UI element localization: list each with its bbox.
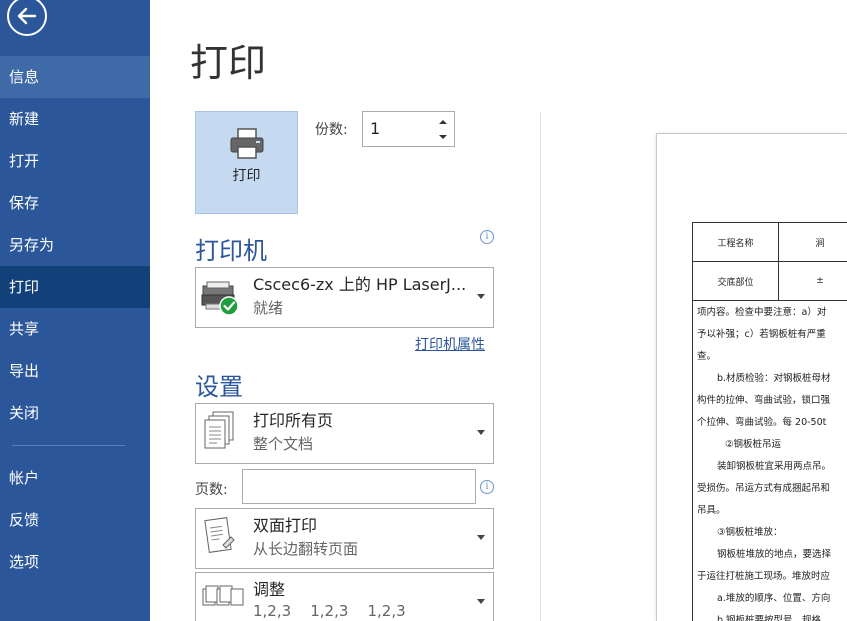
- backstage-nav: 信息 新建 打开 保存 另存为 打印 共享 导出 关闭 帐户 反馈 选项: [0, 56, 150, 583]
- collate-sub: 1,2,3 1,2,3 1,2,3: [253, 602, 406, 620]
- pages-label: 页数:: [195, 482, 228, 498]
- collate-main: 调整: [253, 580, 286, 599]
- nav-item-options[interactable]: 选项: [0, 541, 150, 583]
- printer-status: 就绪: [253, 299, 284, 317]
- collate-dropdown[interactable]: 调整 1,2,3 1,2,3 1,2,3: [195, 572, 494, 621]
- doc-line: ③钢板桩堆放：: [717, 527, 783, 538]
- print-button[interactable]: 打印: [195, 111, 298, 214]
- nav-separator: [12, 445, 125, 446]
- nav-item-export[interactable]: 导出: [0, 350, 150, 392]
- doc-line: 吊具。: [697, 505, 726, 516]
- table-row: 工程名称 涧: [692, 222, 847, 262]
- collate-icon: [202, 585, 244, 606]
- printer-properties-link[interactable]: 打印机属性: [415, 334, 485, 354]
- copies-spinner[interactable]: 1: [362, 111, 455, 147]
- doc-header-table: 工程名称 涧 交底部位 ±: [692, 222, 847, 301]
- doc-line: b.钢板桩要按型号、规格: [717, 615, 822, 621]
- duplex-dropdown[interactable]: 双面打印 从长边翻转页面: [195, 508, 494, 569]
- copies-label: 份数:: [315, 122, 348, 138]
- print-range-sub: 整个文档: [253, 435, 314, 453]
- chevron-down-icon: [477, 535, 485, 540]
- chevron-down-icon: [477, 294, 485, 299]
- settings-section-title: 设置: [195, 373, 243, 401]
- nav-item-info[interactable]: 信息: [0, 56, 150, 98]
- printer-icon: [230, 128, 264, 159]
- nav-item-save[interactable]: 保存: [0, 182, 150, 224]
- nav-item-close[interactable]: 关闭: [0, 392, 150, 434]
- pages-icon: [204, 411, 234, 449]
- table-cell: ±: [778, 261, 847, 301]
- doc-line: 查。: [697, 351, 717, 362]
- doc-line: 项内容。检查中要注意：a）对: [697, 307, 827, 318]
- printer-name: Cscec6-zx 上的 HP LaserJ...: [253, 275, 467, 294]
- table-row: 交底部位 ±: [692, 261, 847, 301]
- table-cell: 工程名称: [692, 222, 779, 262]
- doc-line: ②钢板桩吊运: [725, 439, 782, 450]
- doc-body: 项内容。检查中要注意：a）对 予以补强；c）若钢板桩有严重 查。 b.材质检验：…: [692, 300, 847, 621]
- doc-line: 予以补强；c）若钢板桩有严重: [697, 329, 826, 340]
- doc-line: 于运往打桩施工现场。堆放时应: [697, 571, 831, 582]
- table-cell: 涧: [778, 222, 847, 262]
- nav-item-feedback[interactable]: 反馈: [0, 499, 150, 541]
- nav-item-new[interactable]: 新建: [0, 98, 150, 140]
- nav-item-account[interactable]: 帐户: [0, 457, 150, 499]
- page-title: 打印: [190, 41, 267, 85]
- doc-line: 构件的拉伸、弯曲试验，锁口强: [697, 395, 831, 406]
- printer-ready-icon: [201, 281, 239, 316]
- printer-section-title: 打印机: [195, 237, 267, 265]
- printer-dropdown[interactable]: Cscec6-zx 上的 HP LaserJ... 就绪: [195, 267, 494, 328]
- doc-line: a.堆放的顺序、位置、方向: [717, 593, 831, 604]
- duplex-icon: [204, 517, 235, 553]
- panel-divider: [540, 112, 541, 621]
- backstage-sidebar: 信息 新建 打开 保存 另存为 打印 共享 导出 关闭 帐户 反馈 选项: [0, 0, 150, 621]
- nav-item-print[interactable]: 打印: [0, 266, 150, 308]
- doc-line: 装卸钢板桩宜采用两点吊。: [717, 461, 832, 472]
- print-preview-page: 工程名称 涧 交底部位 ± 项内容。检查中要注意：a）对 予以补强；c）若钢板桩…: [656, 133, 847, 621]
- copies-value: 1: [370, 119, 381, 138]
- duplex-sub: 从长边翻转页面: [253, 540, 359, 558]
- chevron-down-icon: [477, 430, 485, 435]
- doc-line: 钢板桩堆放的地点，要选择: [717, 549, 832, 560]
- pages-info-icon[interactable]: i: [480, 480, 494, 494]
- print-button-label: 打印: [232, 168, 261, 184]
- print-range-main: 打印所有页: [253, 411, 334, 430]
- spin-up-icon[interactable]: [437, 117, 449, 127]
- doc-line: 个拉伸、弯曲试验。每 20-50t: [697, 417, 827, 428]
- doc-line: b.材质检验：对钢板桩母材: [717, 373, 831, 384]
- table-cell: 交底部位: [692, 261, 779, 301]
- pages-input[interactable]: [242, 469, 476, 504]
- printer-info-icon[interactable]: i: [480, 230, 494, 244]
- back-button[interactable]: [4, 0, 48, 38]
- spin-down-icon[interactable]: [437, 132, 449, 142]
- nav-item-open[interactable]: 打开: [0, 140, 150, 182]
- back-arrow-icon: [7, 0, 47, 36]
- print-range-dropdown[interactable]: 打印所有页 整个文档: [195, 403, 494, 464]
- chevron-down-icon: [477, 599, 485, 604]
- duplex-main: 双面打印: [253, 516, 318, 535]
- doc-line: 受损伤。吊运方式有成捆起吊和: [697, 483, 831, 494]
- nav-item-save-as[interactable]: 另存为: [0, 224, 150, 266]
- nav-item-share[interactable]: 共享: [0, 308, 150, 350]
